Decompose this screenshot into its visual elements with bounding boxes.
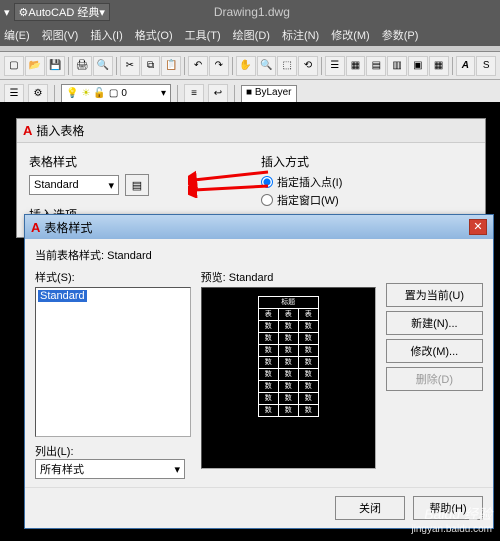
pencil-table-icon: ▤ — [132, 179, 142, 192]
dialog-title: 表格样式 — [44, 219, 92, 236]
insert-mode-label: 插入方式 — [261, 153, 473, 170]
table-style-label: 表格样式 — [29, 153, 241, 170]
preview-table: 标题 表表表 数数数 数数数 数数数 数数数 数数数 数数数 数数数 数数数 — [258, 296, 319, 417]
menu-icon[interactable]: ▾ — [4, 6, 10, 19]
modify-style-button[interactable]: 修改(M)... — [386, 339, 483, 363]
menu-insert[interactable]: 插入(I) — [90, 27, 122, 43]
chevron-down-icon: ▾ — [99, 6, 105, 19]
plot-layer-icon: ▢ — [109, 88, 118, 99]
chevron-down-icon: ▾ — [174, 463, 180, 476]
table-style-dialog: A 表格样式 ✕ 当前表格样式: Standard 样式(S): Standar… — [24, 214, 494, 529]
standard-toolbar: ▢ 📂 💾 🖨 🔍 ✂ ⧉ 📋 ↶ ↷ ✋ 🔍 ⬚ ⟲ ☰ ▦ ▤ ▥ ▣ ▦ … — [0, 52, 500, 80]
new-icon[interactable]: ▢ — [4, 56, 24, 76]
text-icon[interactable]: A — [456, 56, 476, 76]
menu-parametric[interactable]: 参数(P) — [382, 27, 419, 43]
layer-match-icon[interactable]: ≡ — [184, 84, 204, 104]
preview-area: 标题 表表表 数数数 数数数 数数数 数数数 数数数 数数数 数数数 数数数 — [201, 287, 376, 469]
paste-icon[interactable]: 📋 — [161, 56, 181, 76]
design-center-icon[interactable]: ▦ — [346, 56, 366, 76]
current-style-value: Standard — [107, 250, 152, 262]
tool-palette-icon[interactable]: ▤ — [366, 56, 386, 76]
markup-icon[interactable]: ▣ — [408, 56, 428, 76]
list-filter-combo[interactable]: 所有样式 ▾ — [35, 459, 185, 479]
workspace-selector[interactable]: ⚙ AutoCAD 经典 ▾ — [14, 3, 110, 21]
dialog-titlebar[interactable]: A 插入表格 — [17, 119, 485, 143]
chevron-down-icon: ▾ — [108, 179, 114, 192]
menu-tools[interactable]: 工具(T) — [185, 27, 221, 43]
undo-icon[interactable]: ↶ — [188, 56, 208, 76]
dialog-title: 插入表格 — [36, 122, 84, 139]
layer-props-icon[interactable]: ☰ — [4, 84, 24, 104]
radio-insert-window[interactable]: 指定窗口(W) — [261, 192, 473, 208]
layer-name: 0 — [121, 88, 127, 99]
edit-style-button[interactable]: ▤ — [125, 174, 149, 196]
new-style-button[interactable]: 新建(N)... — [386, 311, 483, 335]
calc-icon[interactable]: ▦ — [429, 56, 449, 76]
preview-icon[interactable]: 🔍 — [93, 56, 113, 76]
menu-edit[interactable]: 编(E) — [4, 27, 30, 43]
menu-modify[interactable]: 修改(M) — [331, 27, 370, 43]
cut-icon[interactable]: ✂ — [120, 56, 140, 76]
workspace-name: AutoCAD 经典 — [28, 4, 99, 20]
styles-label: 样式(S): — [35, 269, 191, 285]
pan-icon[interactable]: ✋ — [236, 56, 256, 76]
set-current-button[interactable]: 置为当前(U) — [386, 283, 483, 307]
list-item[interactable]: Standard — [38, 290, 87, 302]
current-style-label: 当前表格样式: — [35, 250, 104, 262]
layer-selector[interactable]: 💡 ☀ 🔓 ▢ 0 ▾ — [61, 84, 171, 104]
copy-icon[interactable]: ⧉ — [141, 56, 161, 76]
delete-style-button: 删除(D) — [386, 367, 483, 391]
close-dialog-button[interactable]: 关闭 — [335, 496, 405, 520]
properties-icon[interactable]: ☰ — [325, 56, 345, 76]
radio-insert-point[interactable]: 指定插入点(I) — [261, 174, 473, 190]
lock-icon: 🔓 — [93, 88, 105, 99]
title-bar: ▾ ⚙ AutoCAD 经典 ▾ Drawing1.dwg — [0, 0, 500, 24]
styles-listbox[interactable]: Standard — [35, 287, 191, 437]
zoom-window-icon[interactable]: ⬚ — [277, 56, 297, 76]
plot-icon[interactable]: 🖨 — [72, 56, 92, 76]
close-button[interactable]: ✕ — [469, 219, 487, 235]
menu-format[interactable]: 格式(O) — [135, 27, 173, 43]
list-filter-label: 列出(L): — [35, 443, 191, 459]
color-bylayer[interactable]: ■ ByLayer — [241, 85, 297, 103]
open-icon[interactable]: 📂 — [25, 56, 45, 76]
layer-states-icon[interactable]: ⚙ — [28, 84, 48, 104]
watermark: Baidu 经验 jingyan.baidu.com — [411, 504, 492, 535]
preview-label: 预览: — [201, 272, 226, 284]
table-style-combo[interactable]: Standard ▾ — [29, 175, 119, 195]
menu-draw[interactable]: 绘图(D) — [233, 27, 270, 43]
layer-prev-icon[interactable]: ↩ — [208, 84, 228, 104]
sun-icon: ☀ — [81, 88, 90, 99]
style-icon[interactable]: S — [476, 56, 496, 76]
lightbulb-icon: 💡 — [66, 88, 78, 99]
combo-value: 所有样式 — [40, 461, 84, 477]
preview-style-name: Standard — [229, 272, 274, 284]
chevron-down-icon: ▾ — [161, 88, 166, 99]
save-icon[interactable]: 💾 — [46, 56, 66, 76]
menubar: 编(E) 视图(V) 插入(I) 格式(O) 工具(T) 绘图(D) 标注(N)… — [0, 24, 500, 46]
autocad-logo-icon: A — [23, 123, 32, 138]
autocad-logo-icon: A — [31, 220, 40, 235]
combo-value: Standard — [34, 179, 79, 191]
gear-icon: ⚙ — [19, 6, 29, 19]
zoom-icon[interactable]: 🔍 — [257, 56, 277, 76]
sheet-set-icon[interactable]: ▥ — [387, 56, 407, 76]
zoom-prev-icon[interactable]: ⟲ — [298, 56, 318, 76]
document-title: Drawing1.dwg — [214, 5, 290, 19]
menu-view[interactable]: 视图(V) — [42, 27, 79, 43]
dialog-titlebar[interactable]: A 表格样式 ✕ — [25, 215, 493, 239]
menu-dimension[interactable]: 标注(N) — [282, 27, 319, 43]
redo-icon[interactable]: ↷ — [209, 56, 229, 76]
